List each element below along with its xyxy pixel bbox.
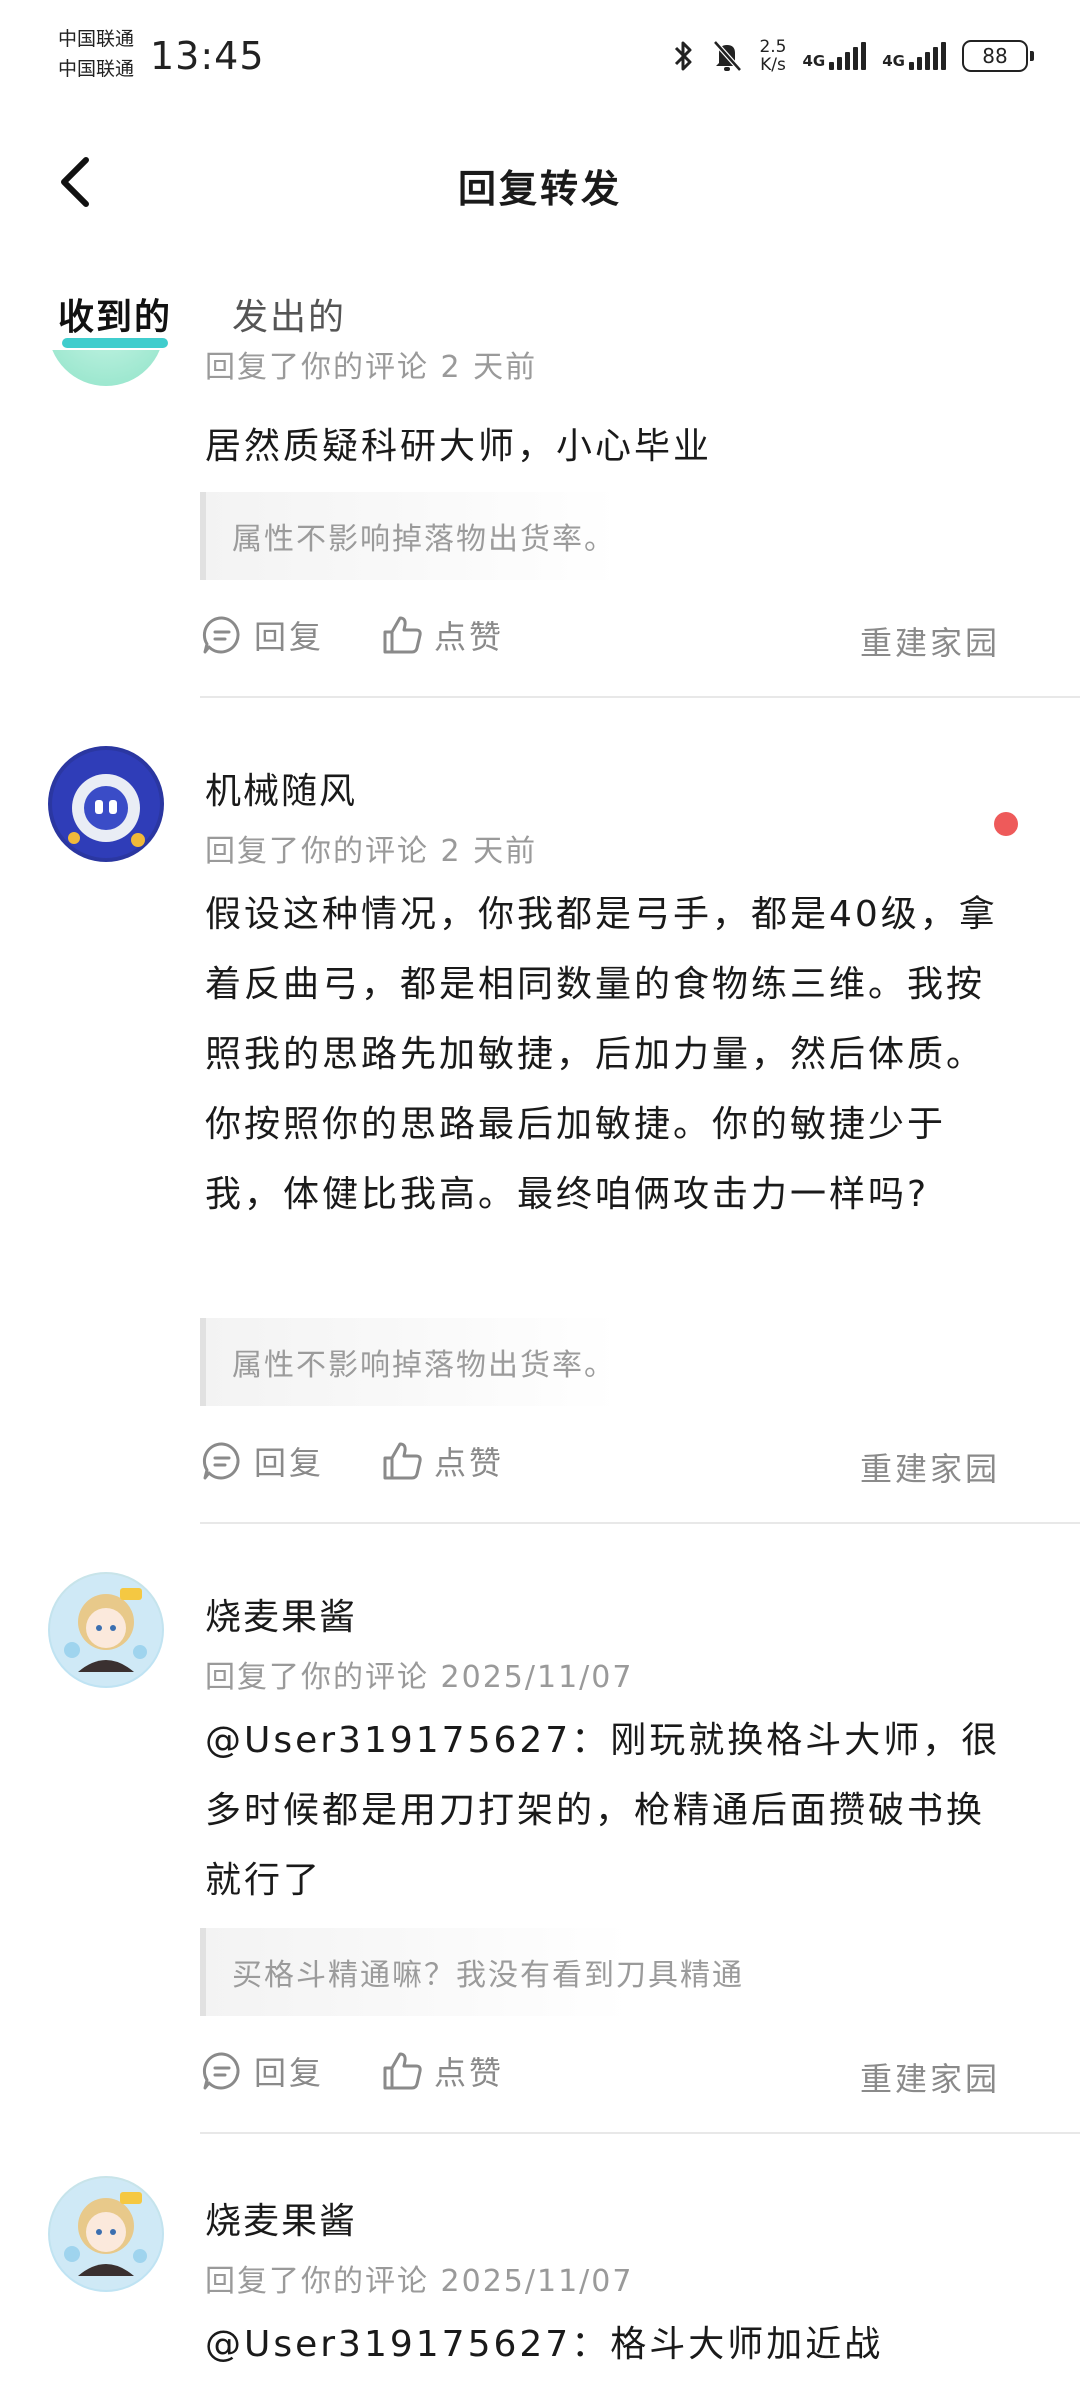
source-link[interactable]: 重建家园 xyxy=(860,2054,1000,2100)
action-bar: 回复 点赞 重建家园 xyxy=(200,612,1020,672)
avatar[interactable] xyxy=(48,1572,164,1688)
like-label: 点赞 xyxy=(434,2054,505,2092)
speed-unit: K/s xyxy=(760,55,786,75)
speed-value: 2.5 xyxy=(759,37,787,57)
signal-bars-icon xyxy=(909,42,946,70)
reply-label: 回复 xyxy=(254,618,325,656)
reply-meta: 回复了你的评论 2 天前 xyxy=(205,350,538,385)
quoted-comment[interactable]: 买格斗精通嘛？我没有看到刀具精通 xyxy=(200,1928,742,2016)
mute-bell-icon xyxy=(713,40,743,72)
divider xyxy=(200,2132,1080,2134)
quoted-comment[interactable]: 属性不影响掉落物出货率。 xyxy=(200,492,620,580)
action-bar: 回复 点赞 重建家园 xyxy=(200,2048,1020,2108)
net-type-1: 4G xyxy=(802,52,826,70)
carrier-1: 中国联通 xyxy=(58,28,135,50)
username[interactable]: 烧麦果酱 xyxy=(205,1588,357,1640)
signal-2: 4G xyxy=(882,42,946,70)
network-speed: 2.5 K/s xyxy=(759,38,786,74)
divider xyxy=(200,1522,1080,1524)
battery-level: 88 xyxy=(982,44,1008,68)
anime-avatar-icon xyxy=(50,2178,162,2290)
username[interactable]: 烧麦果酱 xyxy=(205,2192,357,2244)
avatar[interactable] xyxy=(48,746,164,862)
tab-received[interactable]: 收到的 xyxy=(58,288,173,348)
clock: 13:45 xyxy=(150,34,265,78)
tab-sent[interactable]: 发出的 xyxy=(232,288,346,340)
action-bar: 回复 点赞 重建家园 xyxy=(200,1438,1020,1498)
carrier-info: 中国联通 中国联通 xyxy=(58,24,134,84)
divider xyxy=(200,696,1080,698)
robot-avatar-icon xyxy=(52,750,160,858)
carrier-2: 中国联通 xyxy=(58,58,135,80)
reply-text: @User319175627：格斗大师加近战 xyxy=(205,2324,884,2365)
avatar[interactable] xyxy=(48,350,164,386)
reply-meta: 回复了你的评论 2 天前 xyxy=(205,834,538,869)
reply-label: 回复 xyxy=(254,2054,325,2092)
like-label: 点赞 xyxy=(434,618,505,656)
thumbs-up-icon xyxy=(383,1442,422,1480)
page-title: 回复转发 xyxy=(457,167,622,211)
reply-list[interactable]: 回复了你的评论 2 天前 居然质疑科研大师，小心毕业 属性不影响掉落物出货率。 … xyxy=(0,350,1080,2400)
quoted-comment[interactable]: 属性不影响掉落物出货率。 xyxy=(200,1318,620,1406)
like-button[interactable]: 点赞 xyxy=(380,612,504,658)
signal-bars-icon xyxy=(829,42,867,70)
reply-text: 假设这种情况，你我都是弓手，都是40级，拿着反曲弓，都是相同数量的食物练三维。我… xyxy=(205,894,998,1215)
source-link[interactable]: 重建家园 xyxy=(860,1444,1000,1490)
status-bar: 中国联通 中国联通 13:45 2.5 K/s 4G 4G 88 xyxy=(0,0,1080,120)
tab-active-indicator xyxy=(62,338,169,348)
tab-received-label: 收到的 xyxy=(58,297,173,338)
quoted-text: 属性不影响掉落物出货率。 xyxy=(232,522,616,557)
reply-meta: 回复了你的评论 2025/11/07 xyxy=(205,1660,634,1695)
net-type-2: 4G xyxy=(882,52,905,70)
comment-icon xyxy=(202,1442,240,1480)
battery-icon: 88 xyxy=(962,40,1034,72)
thumbs-up-icon xyxy=(383,2052,422,2090)
username[interactable]: 机械随风 xyxy=(205,762,357,814)
reply-meta: 回复了你的评论 2025/11/07 xyxy=(205,2264,634,2299)
reply-button[interactable]: 回复 xyxy=(200,1438,324,1484)
signal-1: 4G xyxy=(803,42,867,70)
quoted-text: 属性不影响掉落物出货率。 xyxy=(232,1348,616,1383)
reply-text: 居然质疑科研大师，小心毕业 xyxy=(205,426,713,467)
like-button[interactable]: 点赞 xyxy=(380,2048,504,2094)
like-button[interactable]: 点赞 xyxy=(380,1438,504,1484)
anime-avatar-icon xyxy=(50,1574,162,1686)
source-link[interactable]: 重建家园 xyxy=(860,618,1000,664)
avatar[interactable] xyxy=(48,2176,164,2292)
reply-button[interactable]: 回复 xyxy=(200,2048,324,2094)
quoted-text: 买格斗精通嘛？我没有看到刀具精通 xyxy=(232,1958,744,1993)
reply-button[interactable]: 回复 xyxy=(200,612,324,658)
like-label: 点赞 xyxy=(434,1444,505,1482)
thumbs-up-icon xyxy=(383,616,422,654)
tab-bar: 收到的 发出的 xyxy=(58,288,346,348)
status-icons: 2.5 K/s 4G 4G 88 xyxy=(673,34,1034,78)
reply-label: 回复 xyxy=(254,1444,325,1482)
bluetooth-icon xyxy=(675,41,692,71)
app-header: 回复转发 xyxy=(0,130,1080,240)
comment-icon xyxy=(202,616,240,654)
comment-icon xyxy=(202,2052,240,2090)
reply-text: @User319175627：刚玩就换格斗大师，很多时候都是用刀打架的，枪精通后… xyxy=(205,1720,1001,1901)
unread-dot xyxy=(994,812,1018,836)
tab-sent-label: 发出的 xyxy=(232,297,347,338)
